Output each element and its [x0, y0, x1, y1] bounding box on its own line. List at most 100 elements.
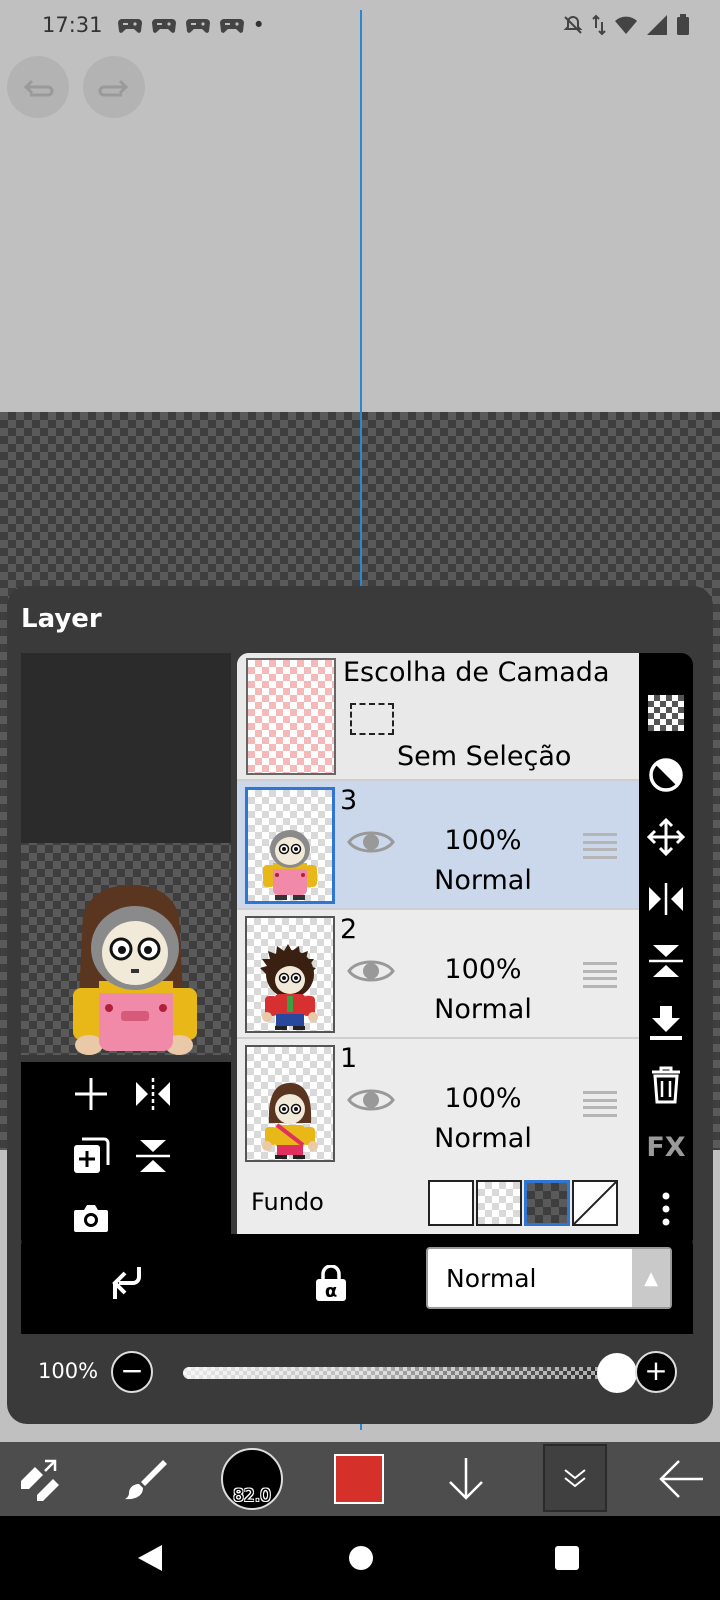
selection-thumbnail — [246, 658, 336, 775]
opacity-bar: 100% − + — [21, 1334, 693, 1410]
arrow-left-icon — [659, 1460, 703, 1498]
selection-layer-title: Escolha de Camada — [343, 657, 610, 688]
circle-home-icon — [349, 1546, 373, 1570]
opacity-value: 100% — [38, 1359, 99, 1383]
selection-layer-row[interactable]: Escolha de Camada Sem Seleção — [237, 653, 639, 781]
plus-icon — [75, 1078, 107, 1110]
selection-status: Sem Seleção — [397, 741, 572, 772]
more-notifications-dot: • — [252, 13, 265, 37]
nav-back-button[interactable] — [130, 1538, 170, 1578]
layer-list: Escolha de Camada Sem Seleção 3 100% Nor… — [237, 653, 639, 1250]
flip-horizontal-icon — [649, 883, 683, 915]
opacity-increase-button[interactable]: + — [635, 1351, 677, 1393]
flip-layer-horizontal-button[interactable] — [644, 877, 688, 921]
duplicate-layer-button[interactable] — [69, 1134, 113, 1178]
minus-icon: − — [120, 1354, 144, 1387]
fx-label: FX — [646, 1131, 686, 1163]
drag-handle-icon[interactable] — [583, 833, 617, 859]
arrow-down-icon — [449, 1458, 483, 1500]
visibility-toggle[interactable] — [347, 1084, 395, 1120]
redo-button[interactable] — [83, 56, 145, 118]
opacity-slider-track[interactable] — [183, 1367, 617, 1379]
nav-home-button[interactable] — [341, 1538, 381, 1578]
background-white-option[interactable] — [428, 1180, 474, 1226]
move-arrows-icon — [647, 818, 685, 856]
visibility-toggle[interactable] — [347, 826, 395, 862]
brush-size-button[interactable]: 82.0 — [221, 1448, 283, 1510]
circle-slash-icon — [649, 758, 683, 792]
game-controller-icon — [185, 19, 210, 33]
eye-icon — [347, 1089, 395, 1111]
opacity-slider-thumb[interactable] — [597, 1353, 637, 1393]
flip-horizontal-button[interactable] — [131, 1072, 175, 1116]
alpha-lock-icon: α — [316, 1265, 346, 1302]
data-transfer-icon — [592, 14, 606, 36]
triangle-up-icon: ▲ — [632, 1249, 670, 1307]
layer-panel: Layer Escolha de Camada Sem Seleção 3 10… — [7, 586, 713, 1424]
flip-vertical-button[interactable] — [131, 1134, 175, 1178]
swap-eraser-icon — [21, 1459, 59, 1501]
status-time: 17:31 — [42, 13, 103, 37]
effects-button[interactable]: FX — [644, 1125, 688, 1169]
visibility-toggle[interactable] — [347, 955, 395, 991]
double-chevron-down-icon — [564, 1469, 586, 1488]
blend-mode-value: Normal — [446, 1264, 537, 1293]
collapse-panel-button[interactable] — [543, 1444, 607, 1512]
clip-arrow-icon — [112, 1267, 141, 1299]
opacity-decrease-button[interactable]: − — [111, 1351, 153, 1393]
game-controller-icon — [219, 19, 244, 33]
move-button[interactable] — [644, 815, 688, 859]
merge-down-button[interactable] — [644, 1001, 688, 1045]
clipping-mask-button[interactable] — [105, 1262, 149, 1306]
color-swatch-button[interactable] — [334, 1454, 384, 1504]
more-vertical-icon — [662, 1192, 670, 1226]
wifi-icon — [615, 16, 637, 34]
bell-off-icon — [563, 15, 583, 34]
download-icon — [650, 1006, 682, 1040]
flip-vertical-icon — [649, 945, 683, 977]
flip-horizontal-icon — [136, 1078, 170, 1110]
drag-handle-icon[interactable] — [583, 962, 617, 988]
layer-thumbnail — [245, 787, 335, 904]
brush-icon — [125, 1460, 167, 1500]
layer-blend-mode: Normal — [434, 1123, 532, 1154]
layer-blend-mode: Normal — [434, 865, 532, 896]
delete-layer-button[interactable] — [644, 1063, 688, 1107]
canvas-preview[interactable] — [21, 653, 231, 1055]
more-options-button[interactable] — [644, 1187, 688, 1231]
transparency-checker-button[interactable] — [644, 691, 688, 735]
svg-text:α: α — [325, 1281, 337, 1302]
layer-side-tools: FX — [639, 653, 693, 1250]
undo-icon — [23, 79, 54, 97]
clipping-button[interactable] — [644, 753, 688, 797]
background-transparent-light-option[interactable] — [476, 1180, 522, 1226]
status-right-icons — [562, 14, 690, 36]
drag-handle-icon[interactable] — [583, 1091, 617, 1117]
transform-tool-button[interactable] — [8, 1448, 70, 1510]
character-thumbnail-image — [260, 944, 318, 1030]
panel-title: Layer — [21, 604, 102, 634]
layer-opacity: 100% — [444, 954, 522, 985]
layer-row[interactable]: 2 100% Normal — [237, 910, 639, 1039]
character-thumbnail-image — [263, 830, 317, 900]
undo-button[interactable] — [7, 56, 69, 118]
add-layer-button[interactable] — [69, 1072, 113, 1116]
blend-mode-select[interactable]: Normal ▲ — [426, 1247, 672, 1309]
back-button[interactable] — [650, 1448, 712, 1510]
layer-row[interactable]: 3 100% Normal — [237, 781, 639, 910]
slash-icon — [574, 1182, 616, 1224]
eye-icon — [347, 960, 395, 982]
battery-icon — [677, 14, 689, 35]
nav-recents-button[interactable] — [547, 1538, 587, 1578]
layer-row[interactable]: 1 100% Normal — [237, 1039, 639, 1168]
move-layer-down-button[interactable] — [435, 1448, 497, 1510]
triangle-back-icon — [138, 1545, 162, 1571]
alpha-lock-button[interactable]: α — [309, 1262, 353, 1306]
brush-tool-button[interactable] — [115, 1448, 177, 1510]
background-none-option[interactable] — [572, 1180, 618, 1226]
system-navigation-bar — [0, 1516, 720, 1600]
flip-layer-vertical-button[interactable] — [644, 939, 688, 983]
checkerboard-icon — [648, 695, 684, 731]
background-transparent-dark-option[interactable] — [524, 1180, 570, 1226]
bottom-toolbar: 82.0 — [0, 1442, 720, 1516]
